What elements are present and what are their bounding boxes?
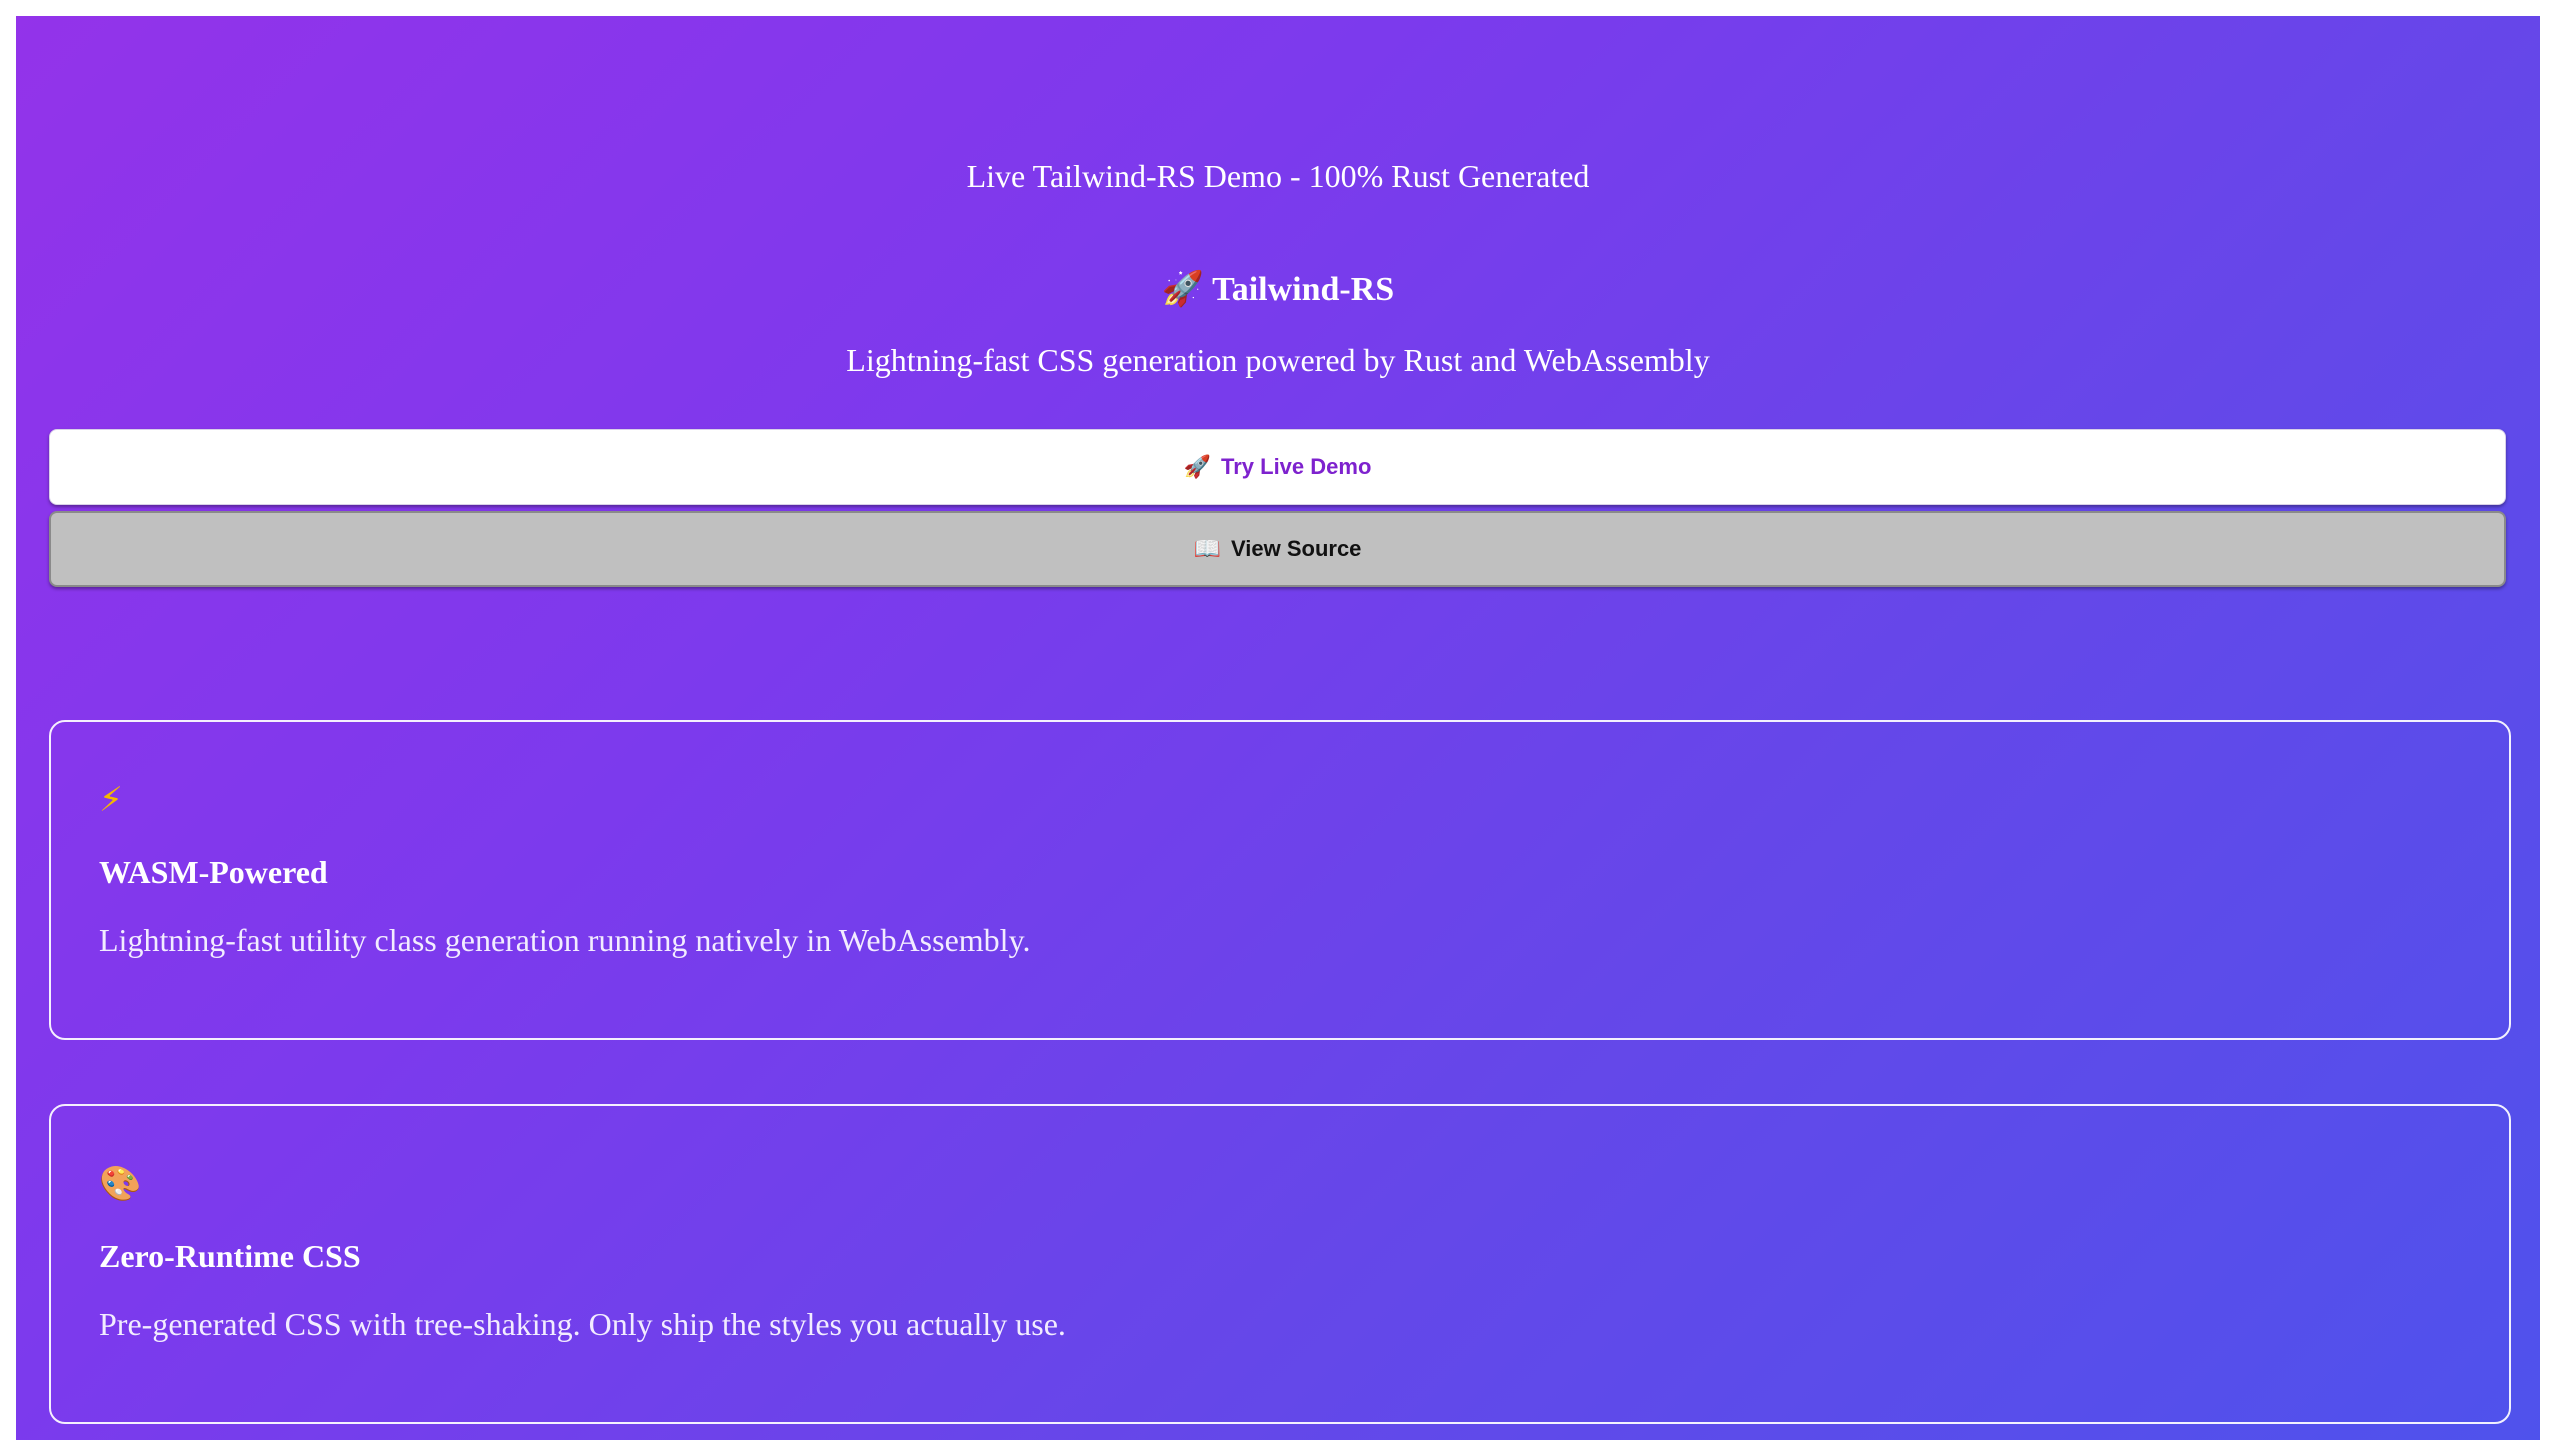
feature-description: Pre-generated CSS with tree-shaking. Onl… [99, 1306, 1066, 1342]
feature-card-zero-runtime: 🎨 Zero-Runtime CSS Pre-generated CSS wit… [49, 1104, 2511, 1424]
page-background: Live Tailwind-RS Demo - 100% Rust Genera… [16, 16, 2540, 1440]
try-live-demo-label: Try Live Demo [1221, 454, 1372, 479]
feature-card-wasm: ⚡ WASM-Powered Lightning-fast utility cl… [49, 720, 2511, 1040]
lightning-icon: ⚡ [99, 780, 123, 820]
rocket-icon: 🚀 [1183, 454, 1211, 479]
page-subtitle: Lightning-fast CSS generation powered by… [846, 342, 1710, 378]
feature-title: Zero-Runtime CSS [99, 1238, 361, 1274]
palette-icon: 🎨 [99, 1164, 142, 1204]
try-live-demo-button[interactable]: 🚀 Try Live Demo [49, 429, 2506, 505]
view-source-label: View Source [1230, 536, 1362, 561]
brand-name: Tailwind-RS [1212, 271, 1395, 308]
feature-description: Lightning-fast utility class generation … [99, 922, 1031, 958]
view-source-button[interactable]: 📖 View Source [49, 511, 2506, 587]
page-tagline: Live Tailwind-RS Demo - 100% Rust Genera… [966, 158, 1590, 194]
feature-title: WASM-Powered [99, 854, 328, 890]
book-icon: 📖 [1193, 536, 1221, 561]
rocket-icon: 🚀 [1161, 271, 1205, 308]
page-title: 🚀 Tailwind-RS [16, 268, 2540, 312]
